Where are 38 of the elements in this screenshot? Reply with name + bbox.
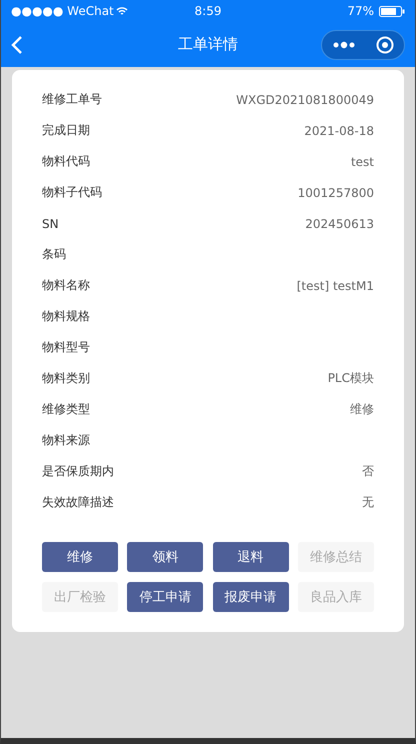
status-time: 8:59 xyxy=(194,4,222,18)
action-button[interactable]: 领料 xyxy=(127,542,204,572)
more-icon[interactable] xyxy=(332,40,354,48)
field-label: 物料来源 xyxy=(42,432,90,449)
field-value: 无 xyxy=(362,494,374,511)
action-button[interactable]: 报废申请 xyxy=(212,582,289,612)
field-value: PLC模块 xyxy=(328,370,374,387)
action-button[interactable]: 退料 xyxy=(212,542,289,572)
field-label: SN xyxy=(42,216,59,230)
action-button[interactable]: 维修 xyxy=(42,542,118,572)
field-value: 2021-08-18 xyxy=(304,124,374,138)
wifi-icon xyxy=(116,6,128,16)
field-label: 维修工单号 xyxy=(42,91,102,108)
action-button[interactable]: 停工申请 xyxy=(127,582,204,612)
field-value: [test] testM1 xyxy=(296,278,374,292)
field-value: 1001257800 xyxy=(298,186,374,200)
field-label: 物料类别 xyxy=(42,370,90,387)
field-label: 物料名称 xyxy=(42,277,90,294)
field-label: 物料型号 xyxy=(42,339,90,356)
battery-percent: 77% xyxy=(347,4,374,18)
page-title: 工单详情 xyxy=(178,35,238,54)
field-label: 失效故障描述 xyxy=(42,494,114,511)
field-value: WXGD2021081800049 xyxy=(236,92,374,106)
back-icon[interactable] xyxy=(11,34,23,54)
field-value: 维修 xyxy=(350,401,374,418)
field-value: 否 xyxy=(362,463,374,480)
signal-carrier: ●●●●● WeChat xyxy=(11,4,114,18)
field-label: 物料子代码 xyxy=(42,184,102,201)
field-value: test xyxy=(350,154,374,168)
field-label: 条码 xyxy=(42,246,66,263)
field-label: 完成日期 xyxy=(42,122,90,139)
field-value: 202450613 xyxy=(305,216,374,230)
field-label: 物料代码 xyxy=(42,153,90,170)
field-label: 维修类型 xyxy=(42,401,90,418)
battery-icon xyxy=(378,6,405,16)
field-label: 是否保质期内 xyxy=(42,463,114,480)
field-label: 物料规格 xyxy=(42,308,90,325)
capsule-menu[interactable] xyxy=(321,30,405,60)
